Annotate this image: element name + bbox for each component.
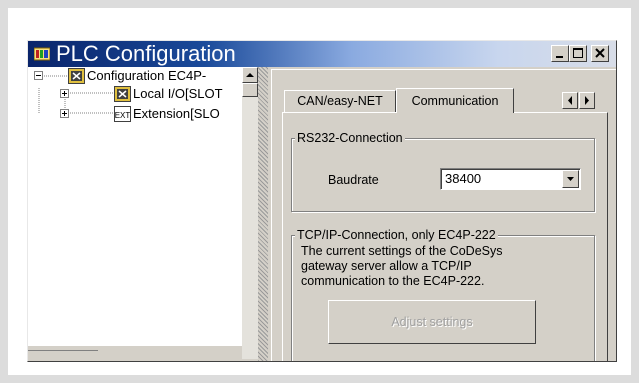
plc-configuration-window: PLC Configuration Configuration EC4P- Lo…	[27, 40, 617, 362]
rs232-group-label: RS232-Connection	[295, 131, 405, 145]
collapse-icon[interactable]	[34, 71, 43, 80]
tcpip-description-line-3: communication to the EC4P-222.	[301, 274, 485, 288]
pane-splitter[interactable]	[258, 67, 268, 361]
configuration-tree[interactable]: Configuration EC4P- Local I/O[SLOT EXT E…	[28, 67, 257, 359]
minimize-button[interactable]	[551, 45, 569, 62]
tcpip-description-line-1: The current settings of the CoDeSys	[301, 244, 503, 258]
minimize-icon	[556, 56, 563, 58]
dropdown-button[interactable]	[562, 170, 579, 188]
maximize-button[interactable]	[569, 45, 587, 62]
baudrate-label: Baudrate	[328, 173, 379, 187]
chevron-down-icon	[567, 177, 574, 181]
baudrate-select[interactable]: 38400	[440, 168, 581, 190]
expand-icon[interactable]	[60, 109, 69, 118]
tree-vertical-scrollbar[interactable]	[242, 67, 258, 359]
tab-can-easy-net[interactable]: CAN/easy-NET	[284, 90, 396, 112]
module-icon	[68, 68, 85, 84]
adjust-settings-button[interactable]: Adjust settings	[328, 300, 536, 344]
ext-icon: EXT	[114, 106, 131, 122]
close-icon	[595, 48, 605, 58]
plc-config-icon	[34, 47, 50, 61]
svg-text:EXT: EXT	[115, 111, 131, 120]
tcpip-description-line-2: gateway server allow a TCP/IP	[301, 259, 472, 273]
tcpip-group-label: TCP/IP-Connection, only EC4P-222	[295, 228, 498, 242]
title-bar[interactable]: PLC Configuration	[28, 41, 616, 67]
arrow-right-icon	[585, 96, 589, 105]
close-button[interactable]	[591, 45, 609, 62]
scroll-track	[28, 346, 98, 351]
module-icon	[114, 86, 131, 102]
maximize-icon	[573, 48, 583, 58]
scroll-thumb[interactable]	[242, 83, 258, 97]
scroll-up-button[interactable]	[242, 67, 258, 83]
window-title: PLC Configuration	[56, 41, 236, 66]
properties-panel: CAN/easy-NET Communication RS232-Connect…	[271, 69, 616, 361]
tree-horizontal-scrollbar[interactable]	[28, 345, 242, 361]
tab-scroll-right-button[interactable]	[579, 92, 595, 109]
arrow-up-icon	[246, 73, 254, 77]
tab-communication[interactable]: Communication	[396, 88, 514, 113]
arrow-left-icon	[568, 96, 572, 105]
expand-icon[interactable]	[60, 89, 69, 98]
tab-scroll-left-button[interactable]	[562, 92, 578, 109]
communication-tab-page: RS232-Connection Baudrate 38400 TCP/IP-C…	[282, 112, 608, 361]
